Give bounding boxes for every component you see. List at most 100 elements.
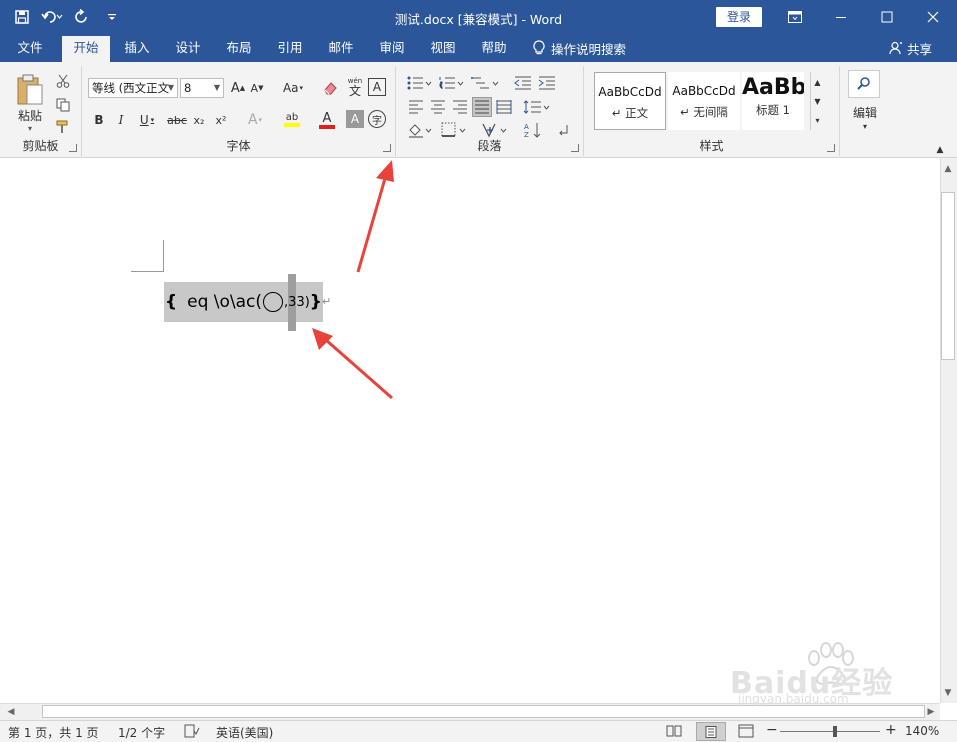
tab-home[interactable]: 开始 bbox=[62, 36, 110, 62]
redo-icon[interactable] bbox=[70, 6, 94, 28]
read-mode-icon[interactable] bbox=[666, 724, 682, 741]
justify-icon[interactable] bbox=[472, 97, 492, 117]
underline-button[interactable]: U ▾ bbox=[134, 110, 160, 130]
character-border-button[interactable]: A bbox=[368, 78, 386, 96]
document-area[interactable]: { eq \o\ac( , 3 3) } ↵ bbox=[0, 158, 940, 703]
styles-launcher-icon[interactable] bbox=[827, 144, 835, 152]
style-heading-1[interactable]: AaBb 标题 1 bbox=[742, 72, 804, 130]
scroll-left-icon[interactable]: ◀ bbox=[4, 705, 18, 719]
shrink-font-button[interactable]: A ▼ bbox=[248, 78, 266, 98]
tab-layout[interactable]: 布局 bbox=[217, 34, 261, 62]
tab-help[interactable]: 帮助 bbox=[472, 34, 516, 62]
web-layout-icon[interactable] bbox=[738, 724, 754, 741]
multilevel-list-icon[interactable] bbox=[470, 74, 502, 92]
tab-design[interactable]: 设计 bbox=[166, 34, 210, 62]
format-painter-icon[interactable] bbox=[53, 118, 73, 136]
share-button[interactable]: 共享 bbox=[889, 34, 932, 62]
superscript-button[interactable]: x² bbox=[212, 110, 230, 130]
save-icon[interactable] bbox=[10, 6, 34, 28]
font-name-combo[interactable]: 等线 (西文正文 ▼ bbox=[88, 78, 178, 98]
zoom-out-button[interactable]: − bbox=[766, 722, 778, 738]
print-layout-icon[interactable] bbox=[696, 722, 726, 741]
word-count[interactable]: 1/2 个字 bbox=[118, 724, 165, 741]
style-normal-sample: AaBbCcDd bbox=[598, 85, 662, 99]
editing-dropdown-icon[interactable]: ▾ bbox=[840, 120, 890, 132]
change-case-button[interactable]: Aa ▾ bbox=[278, 78, 308, 98]
text-effects-button[interactable]: A ▾ bbox=[240, 110, 270, 130]
clear-formatting-icon[interactable] bbox=[320, 78, 340, 98]
zoom-slider-thumb[interactable] bbox=[833, 726, 837, 737]
customize-qat-icon[interactable] bbox=[100, 6, 124, 28]
font-launcher-icon[interactable] bbox=[383, 144, 391, 152]
paragraph-group-label: 段落 bbox=[477, 139, 502, 153]
numbering-icon[interactable] bbox=[438, 74, 466, 92]
find-icon[interactable] bbox=[848, 70, 880, 98]
font-size-combo[interactable]: 8 ▼ bbox=[180, 78, 224, 98]
grow-font-button[interactable]: A ▲ bbox=[229, 78, 247, 98]
cut-icon[interactable] bbox=[53, 72, 73, 90]
character-shading-button[interactable]: A bbox=[346, 110, 364, 128]
paste-button[interactable]: 粘贴 ▾ bbox=[10, 72, 50, 134]
collapse-ribbon-icon[interactable]: ▲ bbox=[932, 144, 948, 156]
undo-icon[interactable] bbox=[40, 6, 64, 28]
tab-mailings[interactable]: 邮件 bbox=[319, 34, 363, 62]
signin-button[interactable]: 登录 bbox=[716, 7, 762, 27]
tab-insert[interactable]: 插入 bbox=[115, 34, 159, 62]
paste-label: 粘贴 bbox=[17, 108, 42, 123]
field-code[interactable]: { eq \o\ac( , 3 3) } bbox=[164, 273, 323, 331]
strikethrough-button[interactable]: abc bbox=[166, 110, 188, 130]
field-close-brace: } bbox=[309, 292, 322, 312]
clipboard-launcher-icon[interactable] bbox=[69, 144, 77, 152]
styles-up-icon[interactable]: ▲ bbox=[814, 78, 820, 87]
bullets-icon[interactable] bbox=[406, 74, 434, 92]
tab-review[interactable]: 审阅 bbox=[370, 34, 414, 62]
tab-view[interactable]: 视图 bbox=[421, 34, 465, 62]
style-no-spacing[interactable]: AaBbCcDd ↵ 无间隔 bbox=[668, 72, 740, 130]
zoom-in-button[interactable]: + bbox=[885, 722, 897, 738]
distributed-icon[interactable] bbox=[494, 98, 514, 116]
tab-file[interactable]: 文件 bbox=[8, 34, 52, 62]
paragraph-launcher-icon[interactable] bbox=[571, 144, 579, 152]
field-code-text: eq \o\ac( bbox=[187, 292, 263, 312]
page-count[interactable]: 第 1 页，共 1 页 bbox=[8, 724, 99, 741]
zoom-level[interactable]: 140% bbox=[905, 724, 939, 738]
proofing-icon[interactable] bbox=[184, 724, 200, 741]
styles-scroll[interactable]: ▲ ▼ ▾ bbox=[810, 72, 824, 130]
editing-label[interactable]: 编辑 bbox=[840, 104, 890, 120]
editing-group: 编辑 ▾ bbox=[840, 66, 890, 156]
align-right-icon[interactable] bbox=[450, 98, 470, 116]
style-normal[interactable]: AaBbCcDd ↵ 正文 bbox=[594, 72, 666, 130]
scroll-right-icon[interactable]: ▶ bbox=[924, 705, 938, 719]
scroll-down-icon[interactable]: ▼ bbox=[941, 686, 955, 700]
align-left-icon[interactable] bbox=[406, 98, 426, 116]
subscript-button[interactable]: x₂ bbox=[190, 110, 208, 130]
align-center-icon[interactable] bbox=[428, 98, 448, 116]
language-indicator[interactable]: 英语(美国) bbox=[216, 724, 273, 741]
copy-icon[interactable] bbox=[53, 96, 73, 114]
tab-references[interactable]: 引用 bbox=[268, 34, 312, 62]
decrease-indent-icon[interactable] bbox=[512, 74, 534, 92]
font-color-button[interactable]: A bbox=[312, 110, 342, 130]
tell-me-search[interactable]: 操作说明搜索 bbox=[533, 34, 626, 62]
horizontal-scroll-thumb[interactable] bbox=[42, 705, 925, 718]
style-no-spacing-name-text: 无间隔 bbox=[693, 105, 728, 119]
italic-button[interactable]: I bbox=[112, 110, 130, 130]
scroll-up-icon[interactable]: ▲ bbox=[941, 162, 955, 176]
vertical-scroll-thumb[interactable] bbox=[941, 192, 955, 360]
highlight-label: ab bbox=[285, 112, 299, 123]
selected-char[interactable]: 3 bbox=[288, 273, 297, 331]
styles-down-icon[interactable]: ▼ bbox=[814, 97, 820, 106]
bold-button[interactable]: B bbox=[90, 110, 108, 130]
maximize-icon[interactable] bbox=[864, 0, 910, 34]
styles-more-icon[interactable]: ▾ bbox=[815, 116, 819, 125]
highlight-button[interactable]: ab bbox=[276, 110, 308, 130]
style-normal-name: ↵ 正文 bbox=[611, 106, 649, 120]
close-icon[interactable] bbox=[910, 0, 956, 34]
minimize-icon[interactable] bbox=[818, 0, 864, 34]
ribbon-display-options-icon[interactable] bbox=[772, 0, 818, 34]
enclose-characters-button[interactable]: 字 bbox=[368, 110, 386, 128]
zoom-slider-track[interactable] bbox=[780, 731, 880, 732]
line-spacing-icon[interactable] bbox=[522, 98, 554, 116]
phonetic-guide-button[interactable]: wén 文 bbox=[344, 76, 366, 98]
increase-indent-icon[interactable] bbox=[536, 74, 558, 92]
